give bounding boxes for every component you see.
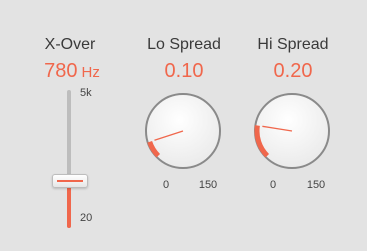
- hi-spread-knob[interactable]: [249, 88, 335, 174]
- hi-spread-value: 0.20: [273, 60, 313, 82]
- xover-label: X-Over: [44, 36, 96, 53]
- xover-value-display: 780 Hz: [44, 60, 100, 83]
- hi-spread-scale-max: 150: [306, 179, 326, 191]
- lo-spread-value: 0.10: [164, 60, 204, 82]
- xover-unit: Hz: [81, 64, 100, 81]
- xover-value: 780: [44, 60, 78, 82]
- lo-spread-label: Lo Spread: [147, 36, 221, 53]
- stereo-spread-panel: X-Over 780 Hz 5k 20 Lo Spread 0.10 0 150 …: [0, 0, 367, 251]
- lo-spread-scale-min: 0: [162, 179, 170, 191]
- lo-spread-scale-max: 150: [198, 179, 218, 191]
- xover-scale-min: 20: [80, 212, 93, 224]
- xover-fader-handle[interactable]: [52, 174, 88, 188]
- xover-fader-fill: [67, 182, 71, 228]
- lo-spread-knob[interactable]: [140, 88, 226, 174]
- xover-scale-max: 5k: [80, 87, 92, 99]
- hi-spread-scale-min: 0: [269, 179, 277, 191]
- hi-spread-label: Hi Spread: [257, 36, 329, 53]
